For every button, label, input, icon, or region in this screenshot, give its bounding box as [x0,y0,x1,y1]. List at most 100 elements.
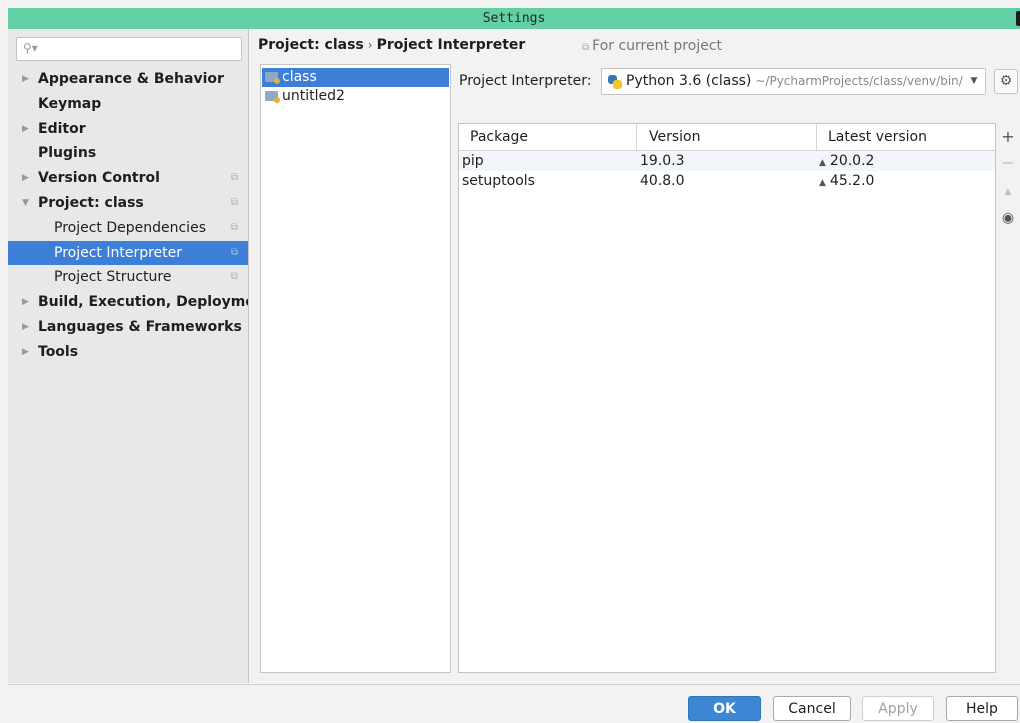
nav-item-label: Plugins [38,145,97,162]
column-header-latest-version[interactable]: Latest version [828,124,927,151]
expand-arrow-icon[interactable]: ▶ [22,117,29,142]
window-title-bar[interactable]: Settings [8,8,1020,29]
expand-arrow-icon[interactable]: ▶ [22,67,29,92]
nav-item-label: Build, Execution, Deployment [38,294,248,311]
package-latest: ▲ 45.2.0 [819,171,874,193]
table-row[interactable]: pip 19.0.3 ▲ 20.0.2 [459,151,995,171]
add-package-button[interactable]: + [996,126,1020,148]
python-folder-icon [265,91,280,103]
nav-item-appearance-behavior[interactable]: ▶ Appearance & Behavior [8,67,248,92]
package-version: 19.0.3 [640,153,685,169]
remove-package-button[interactable]: − [996,152,1020,174]
show-early-releases-button[interactable]: ◉ [996,207,1020,229]
nav-item-languages-frameworks[interactable]: ▶ Languages & Frameworks [8,315,248,340]
nav-item-label: Editor [38,120,86,137]
project-scope-icon: ⧉ [230,246,238,258]
python-icon [608,75,622,89]
interpreter-value: Python 3.6 (class) ~/PycharmProjects/clas… [626,73,986,89]
nav-item-project-class[interactable]: ▼ Project: class ⧉ [8,191,248,216]
settings-sidebar: ⚲▾ ▶ Appearance & Behavior Keymap ▶ Edit… [8,29,249,683]
dialog-footer: OK Cancel Apply Help [8,684,1020,723]
nav-item-project-dependencies[interactable]: Project Dependencies ⧉ [8,216,248,241]
settings-search[interactable]: ⚲▾ [16,37,242,61]
scope-hint-label: For current project [592,38,723,54]
column-divider[interactable] [816,124,817,151]
nav-item-editor[interactable]: ▶ Editor [8,117,248,142]
nav-item-version-control[interactable]: ▶ Version Control ⧉ [8,166,248,191]
eye-icon: ◉ [1001,210,1015,226]
table-header: Package Version Latest version [459,124,995,151]
project-scope-icon: ⧉ [582,42,590,53]
search-icon[interactable]: ⚲▾ [23,41,38,55]
nav-item-label: Project Structure [54,269,172,286]
help-button[interactable]: Help [946,696,1018,721]
project-list: class untitled2 [260,64,451,673]
package-name: setuptools [462,173,535,189]
breadcrumb: Project: class › Project Interpreter [258,37,525,53]
search-input[interactable] [41,40,237,58]
nav-item-label: Version Control [38,170,160,187]
upgrade-package-button[interactable]: ▲ [996,181,1020,203]
project-scope-icon: ⧉ [230,271,238,283]
column-divider[interactable] [636,124,637,151]
package-toolbar: + − ▲ ◉ [996,123,1020,673]
plus-icon: + [1001,127,1015,146]
expand-arrow-icon[interactable]: ▶ [22,166,29,191]
project-scope-icon: ⧉ [230,196,238,208]
package-version: 40.8.0 [640,173,685,189]
nav-item-project-interpreter[interactable]: Project Interpreter ⧉ [8,240,248,266]
gear-icon: ⚙ [999,73,1013,89]
interpreter-path: ~/PycharmProjects/class/venv/bin/python [755,74,986,88]
upgrade-arrow-icon: ▲ [819,178,826,188]
nav-item-label: Languages & Frameworks [38,318,242,335]
apply-button[interactable]: Apply [862,696,934,721]
settings-nav-tree: ▶ Appearance & Behavior Keymap ▶ Editor … [8,67,248,365]
package-latest: ▲ 20.0.2 [819,151,874,173]
nav-item-tools[interactable]: ▶ Tools [8,340,248,365]
nav-item-project-structure[interactable]: Project Structure ⧉ [8,265,248,290]
nav-item-plugins[interactable]: Plugins [8,141,248,166]
project-item-class[interactable]: class [262,68,449,87]
package-latest-version: 45.2.0 [829,173,875,189]
nav-item-keymap[interactable]: Keymap [8,92,248,117]
expand-arrow-icon[interactable]: ▶ [22,290,29,315]
project-name: class [282,69,317,85]
project-name: untitled2 [282,88,345,104]
breadcrumb-current: Project Interpreter [376,37,526,53]
interpreter-settings-button[interactable]: ⚙ [994,69,1018,94]
table-row[interactable]: setuptools 40.8.0 ▲ 45.2.0 [459,171,995,191]
scope-hint: ⧉ For current project [582,38,722,54]
upgrade-arrow-icon: ▲ [819,158,826,168]
nav-item-label: Keymap [38,95,102,112]
nav-item-label: Project Interpreter [54,244,183,261]
interpreter-name: Python 3.6 (class) [626,73,752,89]
breadcrumb-separator: › [367,38,373,52]
project-item-untitled2[interactable]: untitled2 [262,87,449,106]
upgrade-arrow-icon: ▲ [1004,187,1012,197]
nav-item-label: Project Dependencies [54,219,206,236]
package-latest-version: 20.0.2 [829,153,875,169]
column-header-package[interactable]: Package [470,124,528,151]
collapse-arrow-icon[interactable]: ▼ [22,191,29,216]
ok-button[interactable]: OK [688,696,761,721]
nav-item-build-execution-deployment[interactable]: ▶ Build, Execution, Deployment [8,290,248,315]
packages-table: Package Version Latest version pip 19.0.… [458,123,996,673]
breadcrumb-parent[interactable]: Project: class [258,37,364,53]
window-title: Settings [482,11,546,26]
cancel-button[interactable]: Cancel [773,696,851,721]
package-name: pip [462,153,484,169]
chevron-down-icon[interactable]: ▼ [963,69,985,94]
nav-item-label: Appearance & Behavior [38,71,224,87]
nav-item-label: Tools [38,343,79,360]
interpreter-select[interactable]: Python 3.6 (class) ~/PycharmProjects/clas… [601,68,986,95]
interpreter-label: Project Interpreter: [459,73,592,89]
nav-item-label: Project: class [38,194,144,211]
minus-icon: − [1001,153,1015,172]
window-edge-handle [1016,11,1020,26]
python-folder-icon [265,72,280,84]
expand-arrow-icon[interactable]: ▶ [22,315,29,340]
column-header-version[interactable]: Version [649,124,700,151]
expand-arrow-icon[interactable]: ▶ [22,340,29,365]
project-scope-icon: ⧉ [230,221,238,233]
project-scope-icon: ⧉ [230,172,238,184]
